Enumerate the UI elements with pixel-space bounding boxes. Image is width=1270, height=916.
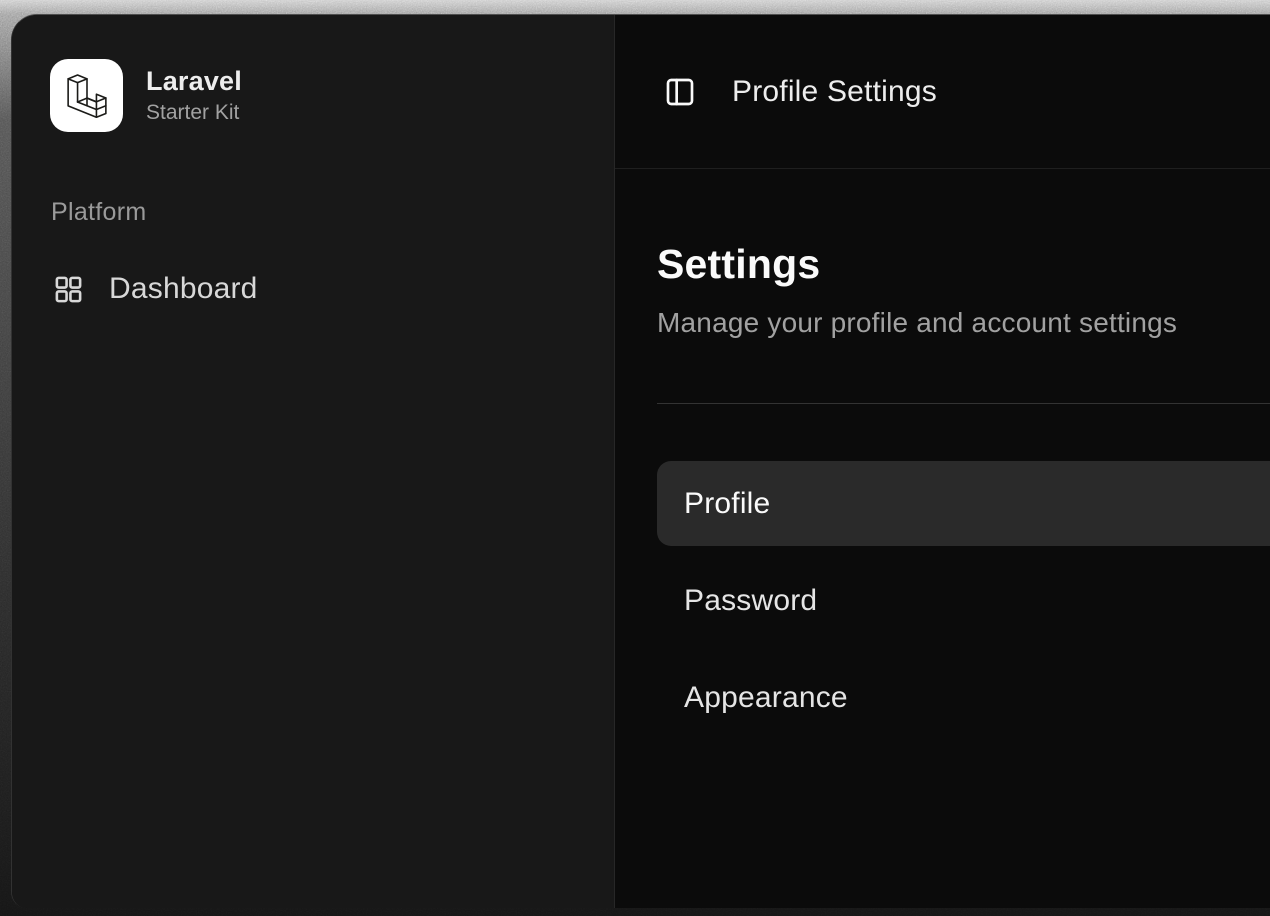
sidebar-toggle-button[interactable]: [664, 76, 696, 108]
settings-heading: Settings: [657, 243, 1270, 286]
sidebar-section-label: Platform: [51, 198, 146, 227]
tab-appearance[interactable]: Appearance: [657, 655, 1270, 740]
app-logo-link[interactable]: Laravel Starter Kit: [50, 59, 242, 132]
main-area: Profile Settings Settings Manage your pr…: [615, 15, 1270, 908]
app-window: Laravel Starter Kit Platform Dashboard: [11, 14, 1270, 908]
settings-content: Settings Manage your profile and account…: [615, 169, 1270, 908]
app-name: Laravel: [146, 65, 242, 97]
sidebar: Laravel Starter Kit Platform Dashboard: [12, 15, 614, 908]
layout-grid-icon: [53, 274, 84, 305]
app-title-block: Laravel Starter Kit: [146, 65, 242, 127]
page-title: Profile Settings: [732, 75, 937, 109]
settings-nav: Profile Password Appearance: [657, 461, 1270, 740]
sidebar-item-label: Dashboard: [109, 272, 258, 306]
content-divider: [657, 403, 1270, 404]
app-header: Profile Settings: [615, 15, 1270, 169]
tab-profile[interactable]: Profile: [657, 461, 1270, 546]
panel-left-icon: [664, 76, 696, 108]
app-subtitle: Starter Kit: [146, 99, 242, 126]
sidebar-item-dashboard[interactable]: Dashboard: [42, 260, 276, 318]
settings-subheading: Manage your profile and account settings: [657, 307, 1270, 339]
tab-password[interactable]: Password: [657, 558, 1270, 643]
laravel-logomark-icon: [50, 59, 123, 132]
